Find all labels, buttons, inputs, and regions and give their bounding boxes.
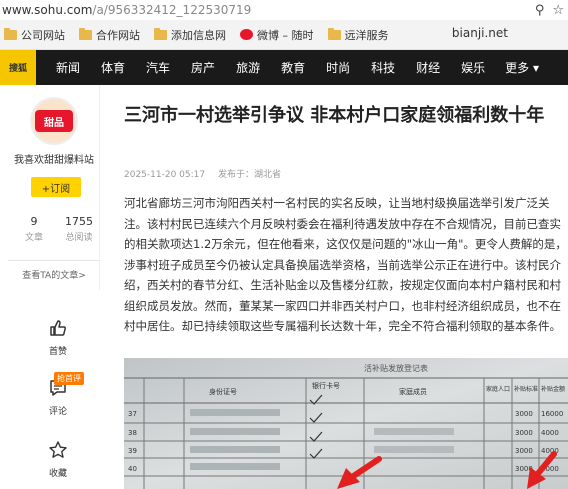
col-count: 家庭人口 [486,385,510,393]
reads-count: 1755 [65,215,93,228]
articles-label: 文章 [24,233,43,243]
sohu-logo[interactable]: 搜狐 [0,50,36,85]
col-bank: 银行卡号 [312,381,340,390]
nav-house[interactable]: 房产 [191,59,215,76]
bookmark-bianji[interactable]: bianji.net [452,26,508,40]
nav-ent[interactable]: 娱乐 [461,59,485,76]
ledger-photo: 活补贴发放登记表 身份证号 银行卡号 家庭成员 家庭人口 补贴标准 补贴金额 3… [124,358,568,489]
ledger-header-text: 活补贴发放登记表 [364,363,428,373]
weibo-icon [240,29,253,40]
nav-finance[interactable]: 财经 [416,59,440,76]
favorite-label: 收藏 [48,469,67,479]
nav-more[interactable]: 更多 ▾ [505,59,539,76]
article-source: 发布于：湖北省 [217,170,281,180]
standard-cell: 3000 [515,429,533,437]
col-standard: 补贴标准 [514,385,538,393]
favorite-button[interactable]: 收藏 [40,440,76,479]
col-amount: 补贴金额 [541,385,565,393]
author-name[interactable]: 我喜欢甜甜爆料站 [0,151,108,166]
amount-cell: 16000 [541,410,563,418]
article-body: 河北省廊坊三河市泃阳西关村一名村民的实名反映，让当地村级换届选举引发广泛关注。该… [124,196,567,333]
folder-icon [327,27,341,40]
bookmark-company[interactable]: 公司网站 [4,27,65,43]
comment-label: 评论 [48,407,67,417]
folder-icon [79,27,92,40]
bookmark-add-info[interactable]: 添加信息网 [154,27,226,43]
amount-cell: 4000 [541,429,559,437]
divider [8,260,100,261]
follow-button[interactable]: +订阅 [31,177,81,197]
nav-travel[interactable]: 旅游 [236,59,260,76]
top-nav: 搜狐 新闻 体育 汽车 房产 旅游 教育 时尚 科技 财经 娱乐 更多 ▾ [0,50,568,85]
comment-button[interactable]: 抢首评 评论 [40,372,84,417]
star-icon [49,441,67,458]
first-comment-badge: 抢首评 [54,372,84,385]
row-num: 39 [128,447,137,455]
nav-edu[interactable]: 教育 [281,59,305,76]
bookmarks-bar: 公司网站 合作网站 添加信息网 微博 – 随时 远洋服务 bianji.net [0,20,568,50]
article-photo[interactable]: 活补贴发放登记表 身份证号 银行卡号 家庭成员 家庭人口 补贴标准 补贴金额 3… [124,358,568,489]
articles-stat: 9 文章 [24,215,44,243]
thumbs-up-icon [50,320,66,336]
avatar[interactable]: 甜品 [30,97,78,145]
url-host: www.sohu.com [2,3,93,17]
row-num: 40 [128,465,137,473]
reads-stat: 1755 总阅读 [60,215,98,243]
article-date: 2025-11-20 05:17 [124,170,206,180]
avatar-text: 甜品 [35,110,73,132]
nav-auto[interactable]: 汽车 [146,59,170,76]
folder-icon [154,27,167,40]
col-idcard: 身份证号 [209,387,237,396]
bookmark-partners[interactable]: 合作网站 [79,27,140,43]
nav-news[interactable]: 新闻 [56,59,80,76]
star-icon[interactable]: ☆ [552,3,564,18]
zoom-icon[interactable]: ⚲ [535,3,545,18]
author-card: 甜品 我喜欢甜甜爆料站 +订阅 9 文章 1755 总阅读 查看TA的文章> [0,85,100,290]
bookmark-ocean[interactable]: 远洋服务 [327,27,389,43]
reads-label: 总阅读 [65,233,93,243]
article-title: 三河市一村选举引争议 非本村户口家庭领福利数十年 [124,105,545,126]
url-path: /a/956332412_122530719 [92,3,252,17]
see-articles-link[interactable]: 查看TA的文章> [0,268,108,281]
col-members: 家庭成员 [399,387,427,396]
folder-icon [4,27,17,40]
standard-cell: 3000 [515,447,533,455]
article-meta: 2025-11-20 05:17 发布于：湖北省 [124,167,281,180]
nav-sports[interactable]: 体育 [101,59,125,76]
row-num: 37 [128,410,137,418]
like-label: 首赞 [48,347,67,357]
row-num: 38 [128,429,137,437]
address-bar[interactable]: www.sohu.com/a/956332412_122530719 ⚲ ☆ [0,0,568,20]
nav-tech[interactable]: 科技 [371,59,395,76]
bookmark-weibo[interactable]: 微博 – 随时 [240,27,314,43]
articles-count: 9 [30,215,38,228]
standard-cell: 3000 [515,410,533,418]
like-button[interactable]: 首赞 [40,318,76,357]
nav-fashion[interactable]: 时尚 [326,59,350,76]
